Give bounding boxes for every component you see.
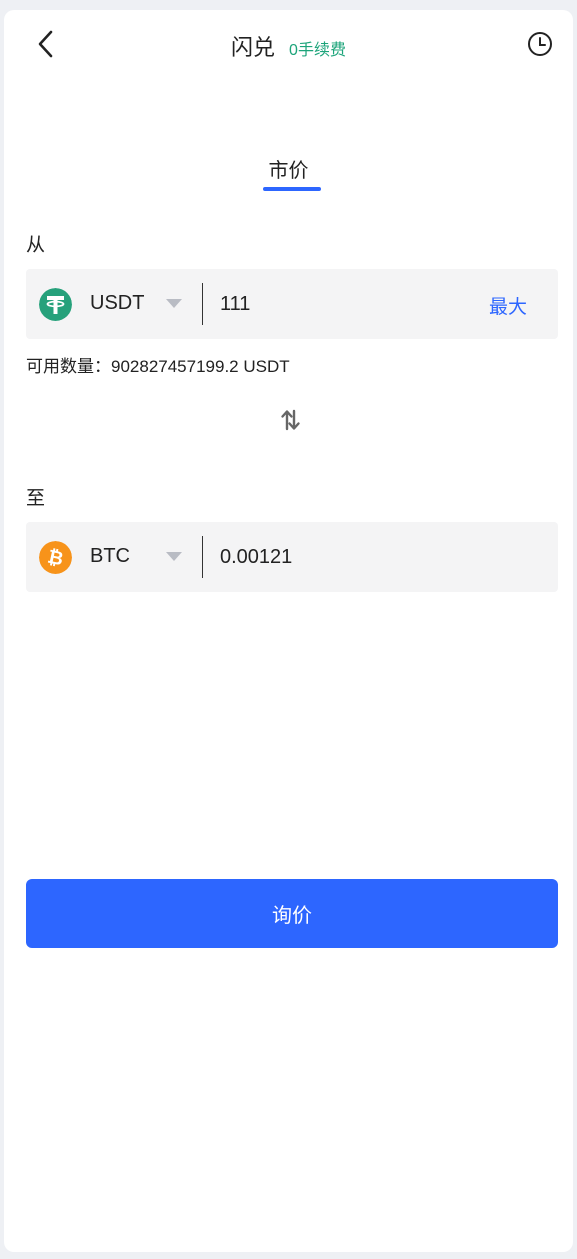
swap-arrows-icon [281, 409, 300, 431]
caret-down-icon[interactable] [166, 299, 182, 308]
field-divider [202, 283, 203, 325]
max-button[interactable]: 最大 [489, 292, 527, 319]
available-balance: 可用数量：902827457199.2 USDT [26, 357, 290, 376]
field-divider [202, 536, 203, 578]
caret-down-icon[interactable] [166, 552, 182, 561]
to-coin-select[interactable]: BTC [90, 545, 130, 568]
fee-badge: 0手续费 [289, 42, 346, 59]
to-field: ₿ BTC [26, 522, 558, 592]
quote-button[interactable]: 询价 [26, 879, 558, 948]
tab-active-indicator [263, 187, 321, 191]
tab-market[interactable]: 市价 [269, 154, 309, 183]
swap-button[interactable] [280, 408, 302, 432]
clock-icon [528, 32, 552, 56]
to-amount-input[interactable] [220, 540, 460, 574]
tether-icon [39, 288, 72, 321]
bitcoin-icon: ₿ [39, 541, 72, 574]
tab-bar: 市价 [4, 154, 573, 191]
history-button[interactable] [526, 30, 554, 58]
title-group: 闪兑 0手续费 [4, 30, 573, 62]
exchange-card: 闪兑 0手续费 市价 从 USDT 最大 可用数量：902827457199.2… [4, 10, 573, 1252]
header: 闪兑 0手续费 [4, 10, 573, 80]
from-coin-select[interactable]: USDT [90, 292, 144, 315]
to-label: 至 [26, 488, 46, 509]
from-amount-input[interactable] [220, 287, 460, 321]
from-field: USDT 最大 [26, 269, 558, 339]
from-label: 从 [26, 235, 46, 256]
page-title: 闪兑 [231, 35, 276, 60]
